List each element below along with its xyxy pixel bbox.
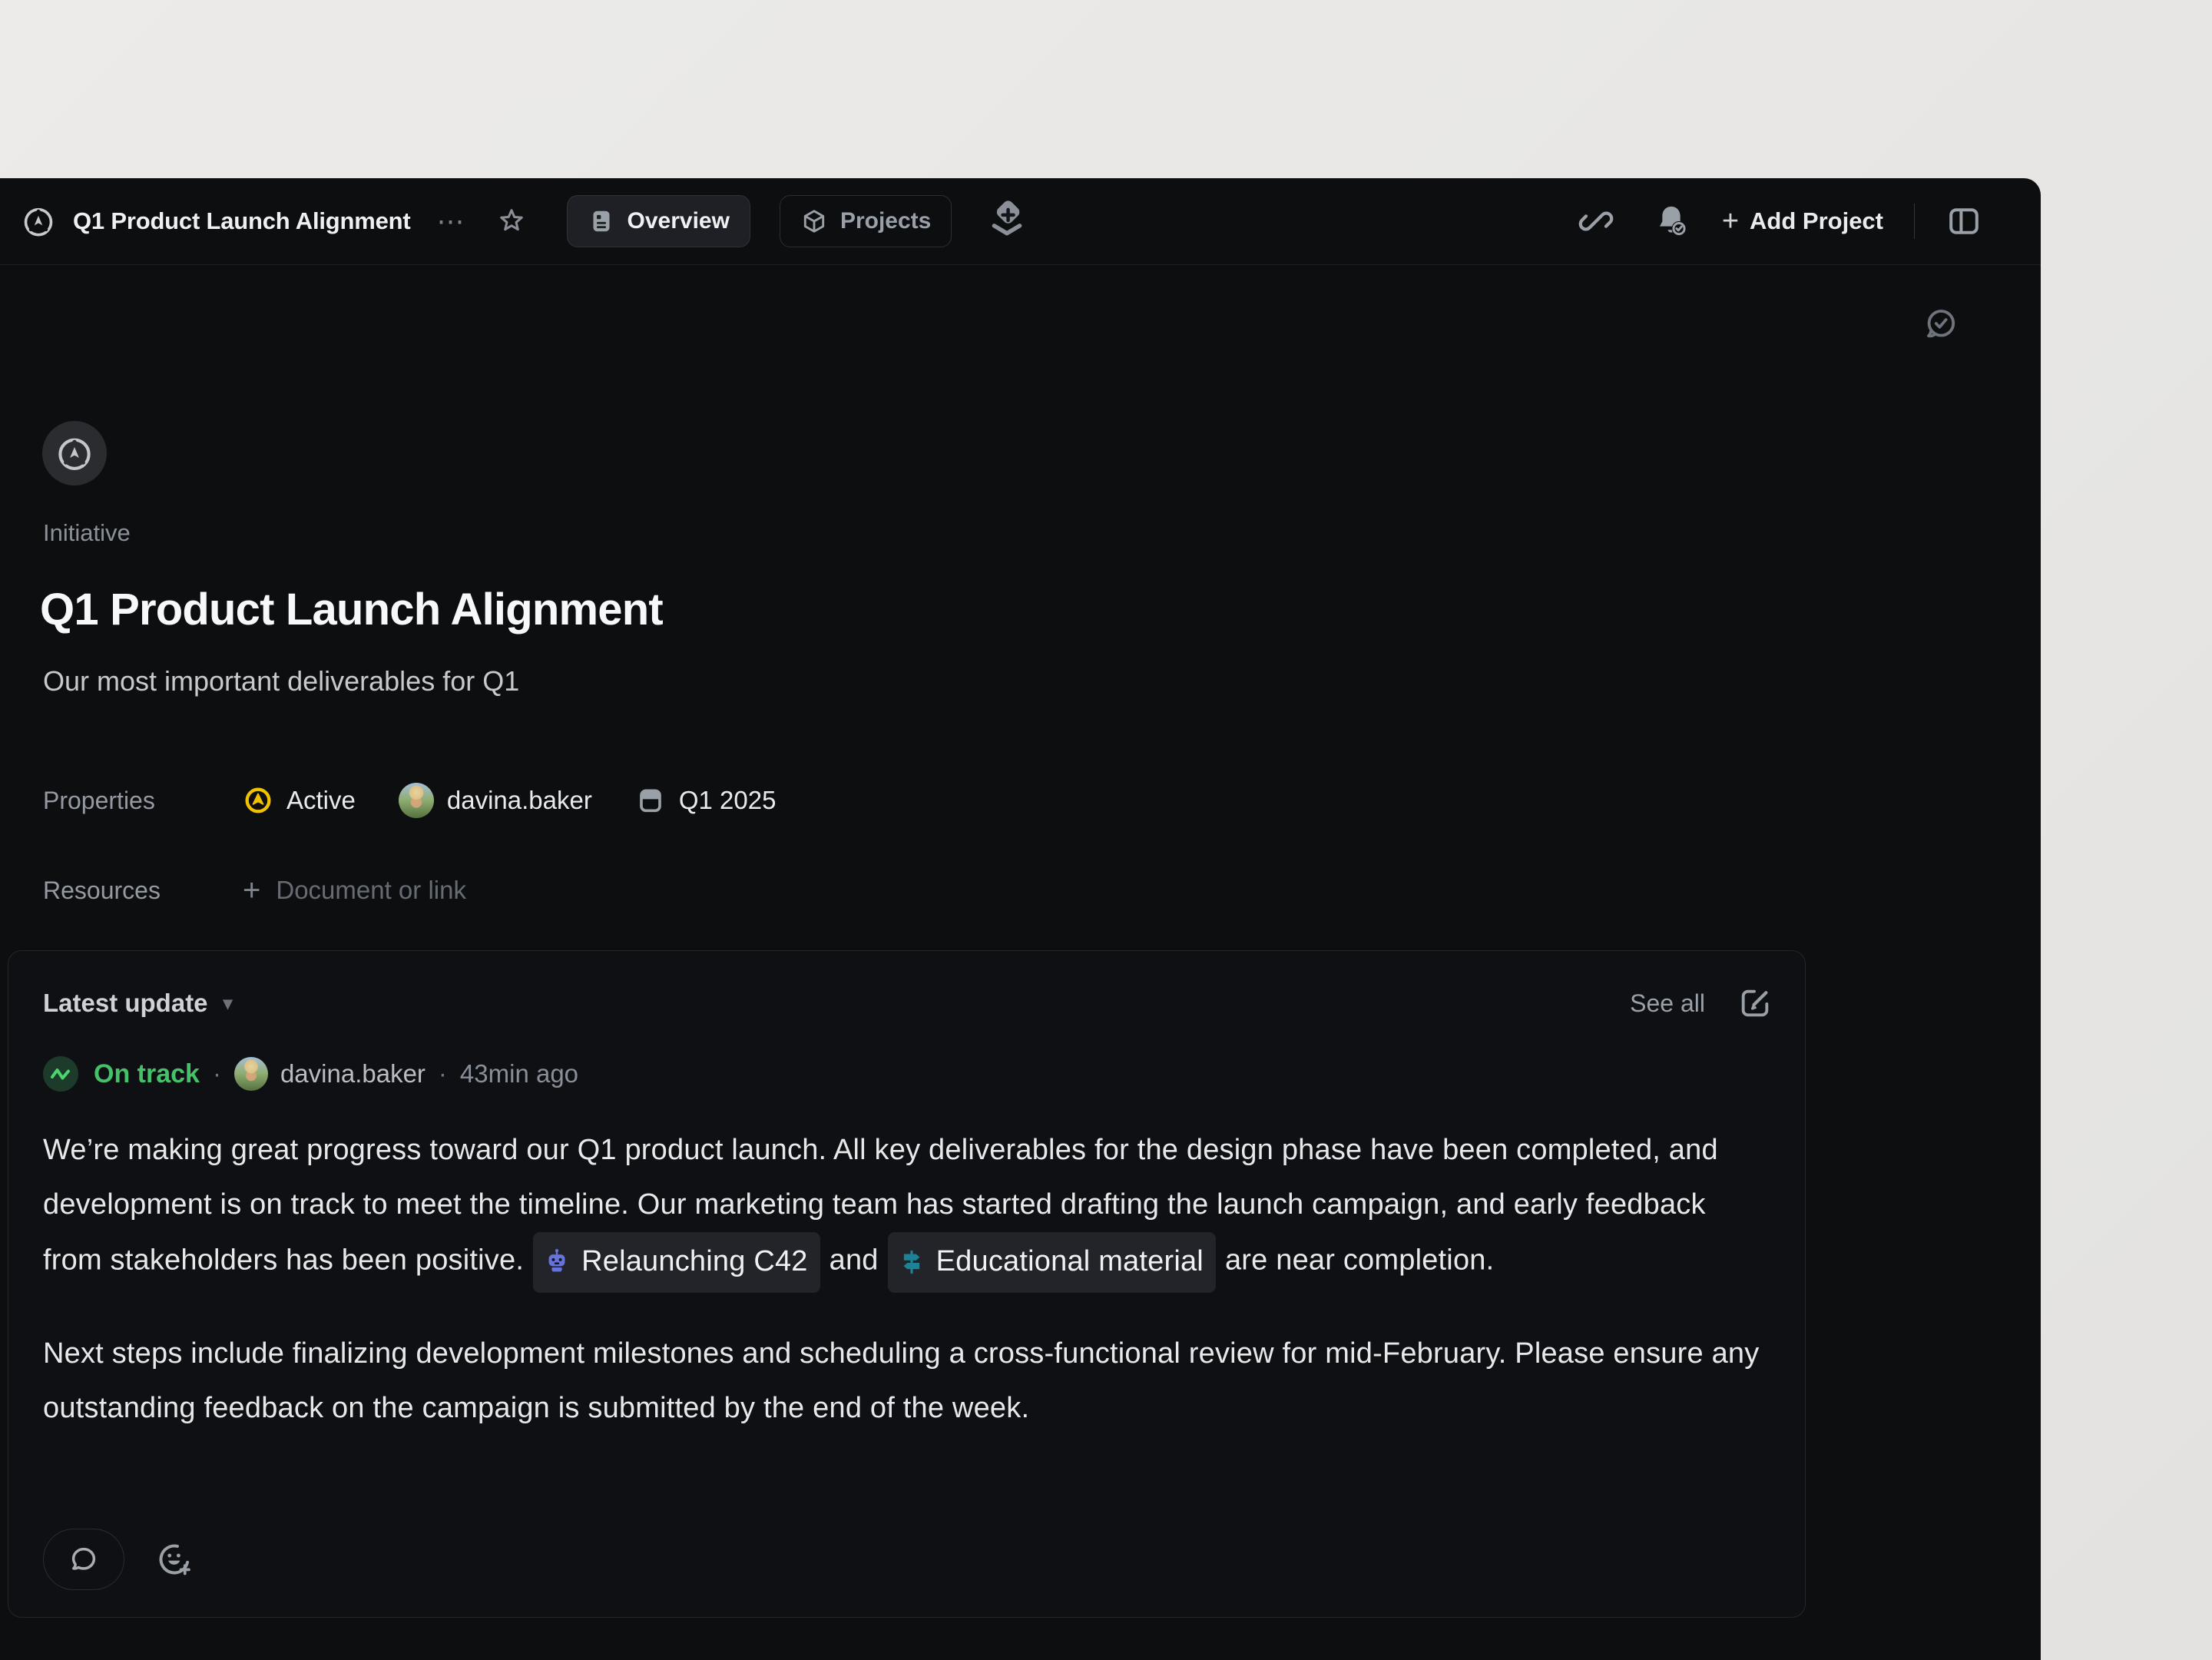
target-date-label: Q1 2025 <box>678 786 777 814</box>
resources-row: Resources + Document or link <box>43 869 466 912</box>
initiative-logo-icon <box>21 204 56 239</box>
bell-check-icon <box>1659 206 1687 237</box>
chevron-down-icon: ▾ <box>223 992 233 1014</box>
add-resource-button[interactable]: + Document or link <box>243 873 466 907</box>
sidebar-toggle-button[interactable] <box>1944 201 1984 241</box>
speech-check-icon <box>1927 310 1955 338</box>
mention-chip-educational-material[interactable]: Educational material <box>887 1232 1216 1293</box>
robot-icon <box>548 1248 565 1271</box>
signpost-icon <box>903 1250 920 1274</box>
latest-update-title: Latest update <box>43 989 208 1017</box>
dot-separator: · <box>438 1059 447 1088</box>
status-chip[interactable]: Active <box>243 785 356 816</box>
properties-label: Properties <box>43 786 155 814</box>
add-project-label: Add Project <box>1750 207 1883 234</box>
plus-icon: + <box>243 873 261 907</box>
properties-row: Properties Active davina.baker Q1 2025 <box>43 779 819 822</box>
latest-update-dropdown[interactable]: Latest update ▾ <box>43 989 233 1018</box>
tab-projects-label: Projects <box>839 208 932 234</box>
plus-icon: + <box>1721 205 1740 237</box>
author-name: davina.baker <box>280 1059 426 1088</box>
target-date-chip[interactable]: Q1 2025 <box>635 785 777 816</box>
favorite-star-button[interactable] <box>495 204 528 238</box>
update-card-header: Latest update ▾ See all <box>43 985 1773 1022</box>
edit-icon <box>1741 989 1769 1017</box>
add-view-button[interactable] <box>985 200 1028 243</box>
see-all-link[interactable]: See all <box>1630 989 1705 1018</box>
header-divider <box>1914 204 1915 239</box>
on-track-pulse-icon <box>43 1056 78 1092</box>
panel-icon <box>1949 208 1979 234</box>
paragraph-text: and <box>829 1244 879 1277</box>
tab-projects[interactable]: Projects <box>779 195 952 247</box>
update-meta-row: On track · davina.baker · 43min ago <box>42 1055 578 1092</box>
cube-icon <box>803 210 825 233</box>
author-avatar <box>233 1057 268 1091</box>
app-window: Q1 Product Launch Alignment ⋯ Overview P… <box>0 178 2041 1660</box>
add-project-button[interactable]: + Add Project <box>1721 205 1883 237</box>
tab-overview-label: Overview <box>627 208 730 234</box>
owner-name: davina.baker <box>446 786 592 814</box>
link-icon <box>1578 211 1614 231</box>
calendar-icon <box>640 789 661 813</box>
mountain-arrow-icon <box>58 438 91 470</box>
status-active-icon <box>245 787 271 813</box>
update-status-badge[interactable]: On track <box>94 1059 200 1089</box>
comment-check-button[interactable] <box>1922 306 1959 343</box>
add-resource-label: Document or link <box>276 876 466 904</box>
tab-overview[interactable]: Overview <box>566 195 750 247</box>
update-paragraph-1: We’re making great progress toward our Q… <box>43 1123 1773 1293</box>
comment-button[interactable] <box>43 1529 124 1590</box>
update-timestamp: 43min ago <box>459 1059 579 1088</box>
owner-avatar <box>398 783 434 818</box>
notifications-button[interactable] <box>1651 201 1691 241</box>
layers-plus-icon <box>992 200 1022 236</box>
status-label: Active <box>286 786 356 814</box>
emoji-plus-icon <box>159 1544 190 1576</box>
breadcrumb-title: Q1 Product Launch Alignment <box>73 207 411 234</box>
update-actions <box>43 1529 194 1590</box>
dot-separator: · <box>212 1059 221 1088</box>
update-body: We’re making great progress toward our Q… <box>43 1123 1773 1436</box>
document-icon <box>593 210 610 232</box>
compose-update-button[interactable] <box>1737 986 1773 1021</box>
latest-update-card: Latest update ▾ See all On track · davin… <box>8 950 1806 1618</box>
add-reaction-button[interactable] <box>155 1540 194 1579</box>
resources-label: Resources <box>43 876 161 904</box>
copy-link-button[interactable] <box>1576 201 1616 241</box>
mention-chip-label: Educational material <box>935 1245 1204 1277</box>
breadcrumb[interactable]: Q1 Product Launch Alignment <box>21 204 411 239</box>
mention-chip-label: Relaunching C42 <box>581 1245 808 1277</box>
paragraph-text: are near completion. <box>1224 1244 1495 1277</box>
update-paragraph-2: Next steps include finalizing developmen… <box>43 1337 1760 1424</box>
comment-bubble-icon <box>71 1547 96 1570</box>
owner-chip[interactable]: davina.baker <box>398 783 592 818</box>
mention-chip-relaunching-c42[interactable]: Relaunching C42 <box>533 1232 820 1293</box>
page-description: Our most important deliverables for Q1 <box>43 665 520 697</box>
type-label: Initiative <box>43 519 131 546</box>
initiative-avatar[interactable] <box>42 421 107 485</box>
more-options-button[interactable]: ⋯ <box>434 207 470 235</box>
header-bar: Q1 Product Launch Alignment ⋯ Overview P… <box>0 178 2041 265</box>
header-actions: + Add Project <box>1576 201 1984 241</box>
page-title: Q1 Product Launch Alignment <box>40 585 664 635</box>
